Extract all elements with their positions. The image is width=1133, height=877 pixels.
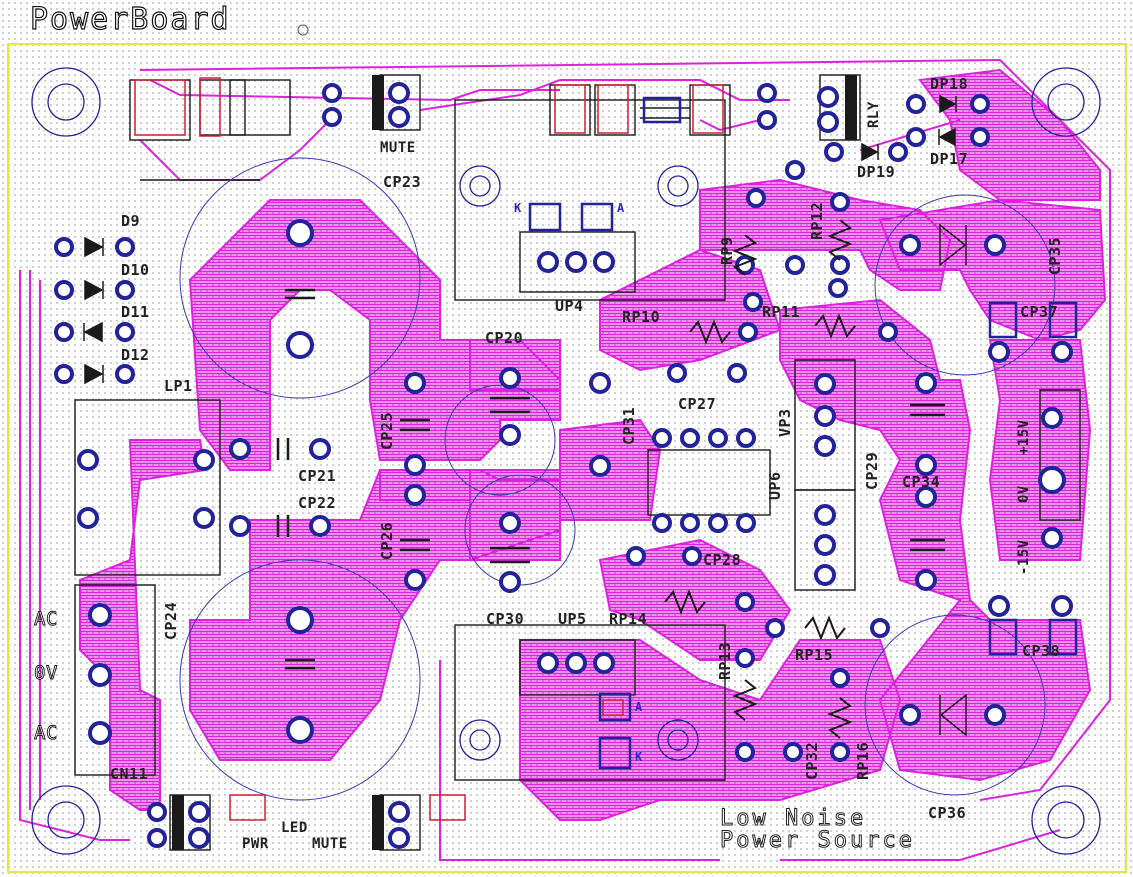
label-cp32: CP32	[803, 741, 821, 780]
pcb-layout	[7, 24, 1127, 873]
label-dp19: DP19	[857, 163, 896, 181]
label-plus15v: +15V	[1016, 419, 1032, 455]
board-title: PowerBoard	[29, 1, 231, 37]
label-d10: D10	[121, 261, 150, 279]
label-cp30: CP30	[486, 610, 525, 628]
label-rp15: RP15	[795, 646, 834, 664]
label-mute-bottom: MUTE	[312, 836, 348, 852]
label-mute-top: MUTE	[380, 140, 416, 156]
label-led: LED	[281, 820, 308, 836]
label-cp23: CP23	[383, 173, 422, 191]
label-cp27: CP27	[678, 395, 717, 413]
label-rp9: RP9	[718, 236, 736, 265]
label-d11: D11	[121, 303, 150, 321]
label-ac-bottom: AC	[34, 722, 58, 745]
label-lp1: LP1	[164, 377, 193, 395]
label-up5: UP5	[558, 610, 587, 628]
label-rail-0v: 0V	[1016, 485, 1032, 503]
label-cp21: CP21	[298, 467, 337, 485]
label-rp11: RP11	[762, 303, 801, 321]
label-rly: RLY	[866, 101, 882, 128]
label-ac-top: AC	[34, 608, 58, 631]
footer-line-2: Power Source	[720, 828, 915, 854]
label-cp34: CP34	[902, 473, 941, 491]
label-d9: D9	[121, 212, 141, 230]
label-rp14: RP14	[609, 610, 648, 628]
label-cp36: CP36	[928, 804, 967, 822]
label-cp37: CP37	[1020, 303, 1059, 321]
label-cp26: CP26	[378, 521, 396, 560]
label-rp13: RP13	[716, 641, 734, 680]
label-cp38: CP38	[1022, 642, 1061, 660]
label-cp35: CP35	[1046, 236, 1064, 275]
label-d12: D12	[121, 346, 150, 364]
label-0v: 0V	[34, 662, 58, 685]
label-up4: UP4	[555, 297, 584, 315]
label-cp24: CP24	[162, 601, 180, 640]
label-dp17: DP17	[930, 150, 969, 168]
pin-a-top: A	[617, 201, 625, 215]
label-cp22: CP22	[298, 494, 337, 512]
label-vp3: VP3	[776, 408, 794, 437]
pin-k-bottom: K	[635, 750, 643, 764]
label-cp29: CP29	[863, 451, 881, 490]
pin-a-bottom: A	[635, 700, 643, 714]
label-pwr: PWR	[242, 836, 269, 852]
label-up6: UP6	[766, 471, 784, 500]
label-cp25: CP25	[378, 411, 396, 450]
fiducial-mark	[297, 24, 309, 36]
label-minus15v: -15V	[1016, 539, 1032, 575]
label-rp16: RP16	[854, 741, 872, 780]
label-rp10: RP10	[622, 308, 661, 326]
label-cp20: CP20	[485, 329, 524, 347]
label-cp31: CP31	[620, 406, 638, 445]
label-cn11: CN11	[110, 765, 149, 783]
label-cp28: CP28	[703, 551, 742, 569]
pin-k-top: K	[514, 201, 522, 215]
label-dp18: DP18	[930, 75, 969, 93]
label-rp12: RP12	[808, 201, 826, 240]
